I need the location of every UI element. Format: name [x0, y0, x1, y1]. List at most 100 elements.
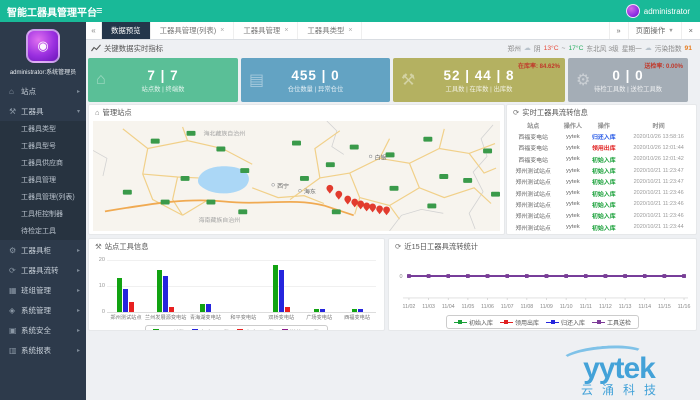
refresh-icon[interactable]: ⟳ [513, 108, 519, 117]
tab-close-icon[interactable]: × [284, 27, 288, 34]
tab-active[interactable]: 数据预览 [102, 22, 151, 39]
tab[interactable]: 工器具管理(列表)× [151, 22, 235, 39]
data-point[interactable] [447, 274, 450, 277]
map-canvas[interactable]: 海北藏族自治州 海南藏族自治州 西宁 海东 白银 [93, 121, 500, 231]
x-category-label: 西福变电站 [344, 314, 370, 321]
bar[interactable] [157, 270, 162, 312]
tab-close-icon[interactable]: × [348, 27, 352, 34]
bar[interactable] [279, 270, 284, 312]
bar[interactable] [206, 304, 211, 312]
legend-label: 出库工具数 [245, 328, 275, 332]
sidebar-item-system[interactable]: ◈系统管理▸ [0, 300, 86, 320]
bar[interactable] [320, 309, 325, 312]
tab[interactable]: 工器具类型× [298, 22, 362, 39]
temp-low: 13°C [544, 45, 559, 52]
chevron-icon: ▸ [77, 287, 80, 294]
legend-item[interactable]: 送检工具数 [282, 328, 320, 332]
cell-time: 2020/10/21 11:23:47 [621, 176, 696, 187]
data-point[interactable] [545, 274, 548, 277]
chevron-icon: ▸ [77, 88, 80, 95]
data-point[interactable] [584, 274, 587, 277]
legend-item[interactable]: 出库工具数 [237, 328, 275, 332]
table-row[interactable]: 郑州测试站点yytek初始入库2020/10/21 11:23:46 [507, 199, 696, 210]
table-row[interactable]: 郑州测试站点yytek初始入库2020/10/21 11:23:47 [507, 165, 696, 176]
sidebar-item-site[interactable]: ⌂站点▸ [0, 81, 86, 101]
data-point[interactable] [643, 274, 646, 277]
bar[interactable] [200, 304, 205, 312]
sidebar-item-flow[interactable]: ⟳工器具流转▸ [0, 260, 86, 280]
data-point[interactable] [525, 274, 528, 277]
weather-condition: 阴 [534, 43, 541, 53]
table-row[interactable]: 郑州测试站点yytek初始入库2020/10/21 11:23:47 [507, 176, 696, 187]
data-point[interactable] [427, 274, 430, 277]
hamburger-menu-icon[interactable]: ≡ [96, 6, 102, 17]
data-point[interactable] [663, 274, 666, 277]
sidebar-item-tool[interactable]: ⚒工器具▾ [0, 101, 86, 121]
cell-operator: yytek [559, 131, 586, 142]
sidebar-subitem[interactable]: 工器具型号 [0, 138, 86, 155]
table-row[interactable]: 郑州测试站点yytek初始入库2020/10/21 11:23:44 [507, 221, 696, 232]
sidebar-subitem[interactable]: 工具柜控制器 [0, 206, 86, 223]
legend-item[interactable]: 工具总数 [153, 328, 185, 332]
sidebar-subitem[interactable]: 工器具管理(列表) [0, 189, 86, 206]
data-point[interactable] [466, 274, 469, 277]
cell-operator: yytek [559, 165, 586, 176]
col-header: 操作人 [559, 120, 586, 131]
table-row[interactable]: 西福变电站yytek初始入库2020/10/26 12:01:42 [507, 154, 696, 165]
table-row[interactable]: 郑州测试站点yytek初始入库2020/10/21 11:23:46 [507, 187, 696, 198]
data-point[interactable] [505, 274, 508, 277]
close-tab-button[interactable]: × [681, 22, 700, 39]
sidebar-item-team[interactable]: ▦班组管理▸ [0, 280, 86, 300]
bar[interactable] [123, 289, 128, 312]
data-point[interactable] [486, 274, 489, 277]
user-avatar-large[interactable]: ◉ [26, 29, 60, 63]
bar[interactable] [273, 265, 278, 312]
refresh-icon[interactable]: ⟳ [395, 242, 401, 251]
topbar-user[interactable]: administrator [626, 4, 700, 18]
bar[interactable] [358, 309, 363, 312]
data-point[interactable] [407, 274, 410, 277]
table-row[interactable]: 西福变电站yytek归还入库2020/10/26 13:58:16 [507, 131, 696, 142]
bar[interactable] [163, 276, 168, 312]
tab-close-icon[interactable]: × [220, 27, 224, 34]
map-panel-title: 管理站点 [103, 108, 132, 118]
legend-item[interactable]: 工具送检 [592, 318, 631, 327]
cell-operation: 领用出库 [586, 142, 621, 153]
legend-item[interactable]: 初始入库 [454, 318, 493, 327]
data-point[interactable] [623, 274, 626, 277]
bar-chart: 20100郑州测试站点兰州发展源变电站青海湖变电站和平变电站双桥变电站广场变电站… [107, 260, 376, 322]
legend-item[interactable]: 在库工具数 [192, 328, 230, 332]
legend-swatch [237, 329, 243, 331]
tab[interactable]: 工器具管理× [234, 22, 298, 39]
bar-set [157, 260, 174, 312]
bar[interactable] [129, 302, 134, 312]
cell-operation: 初始入库 [586, 165, 621, 176]
data-point[interactable] [564, 274, 567, 277]
expand-tabs-icon[interactable]: » [609, 22, 628, 39]
x-tick-label: 11/07 [501, 304, 514, 310]
data-point[interactable] [682, 274, 685, 277]
bar[interactable] [117, 278, 122, 312]
bar[interactable] [352, 309, 357, 312]
sidebar-subitem[interactable]: 工器具类型 [0, 121, 86, 138]
collapse-tabs-icon[interactable]: « [86, 22, 102, 39]
sidebar-item-cabinet[interactable]: ⚙工器具柜▸ [0, 240, 86, 260]
sidebar-item-security[interactable]: ▣系统安全▸ [0, 320, 86, 340]
sidebar-subitem[interactable]: 待检定工具 [0, 223, 86, 240]
bar[interactable] [169, 307, 174, 312]
table-row[interactable]: 西福变电站yytek领用出库2020/10/26 12:01:44 [507, 142, 696, 153]
bar[interactable] [314, 309, 319, 312]
legend-item[interactable]: 领用出库 [500, 318, 539, 327]
sidebar-item-report[interactable]: ▥系统报表▸ [0, 340, 86, 360]
table-row[interactable]: 郑州测试站点yytek初始入库2020/10/21 11:23:46 [507, 210, 696, 221]
sidebar-subitem[interactable]: 工器具供应商 [0, 155, 86, 172]
data-point[interactable] [604, 274, 607, 277]
page-ops-dropdown[interactable]: 页面操作 ▼ [628, 22, 681, 39]
section-title-wrap: 关键数据实时指标 [91, 43, 163, 54]
x-category-label: 青海湖变电站 [190, 314, 221, 321]
line-chart-panel: ⟳ 近15日工器具流转统计 11/0211/0311/0411/0511/061… [388, 238, 697, 331]
bar-panel-header: ⚒ 站点工具信息 [89, 239, 384, 254]
sidebar-subitem[interactable]: 工器具管理 [0, 172, 86, 189]
bar[interactable] [285, 307, 290, 312]
legend-item[interactable]: 归还入库 [546, 318, 585, 327]
